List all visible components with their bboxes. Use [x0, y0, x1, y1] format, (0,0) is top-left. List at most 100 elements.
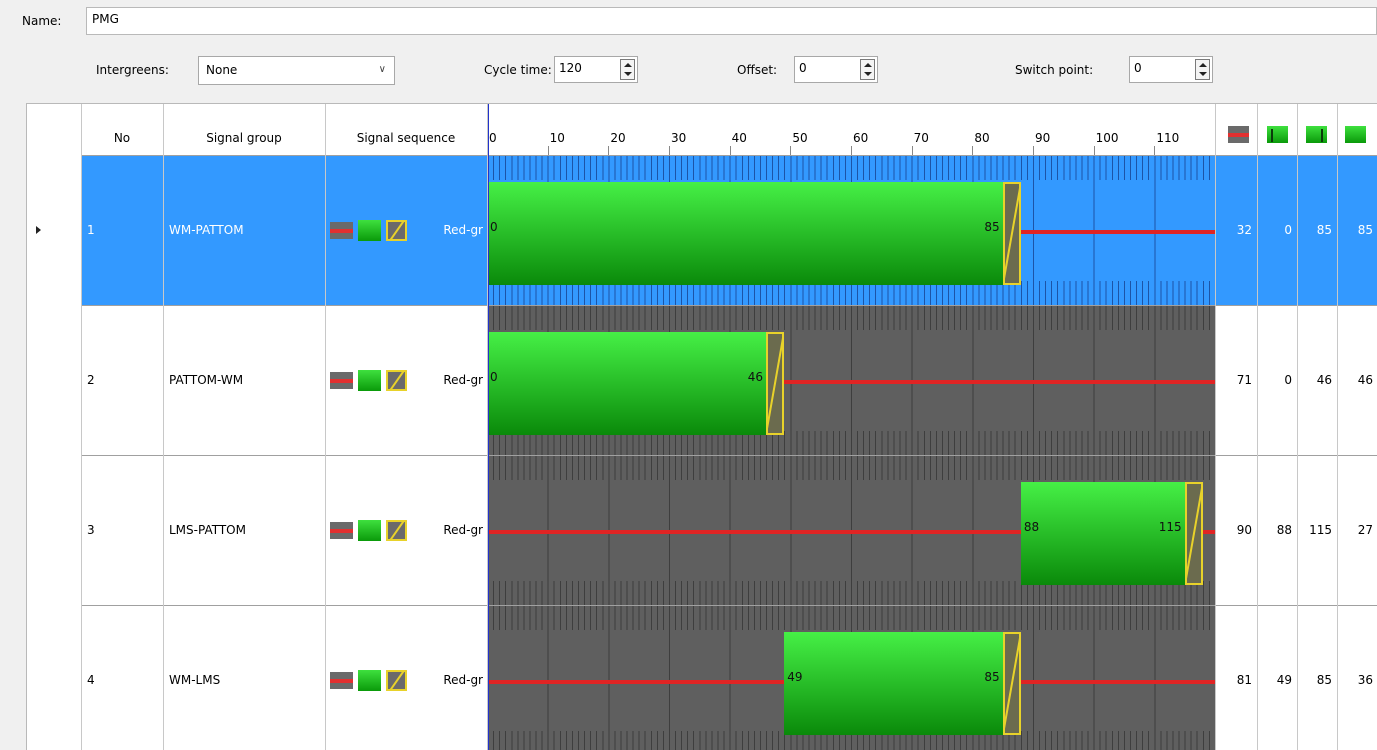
- amber-phase[interactable]: [1002, 182, 1021, 285]
- red-phase: [784, 380, 1215, 384]
- red-phase: [487, 530, 1021, 534]
- timeline-row[interactable]: 49 85: [487, 606, 1215, 750]
- cell-red-duration[interactable]: 71: [1215, 305, 1257, 455]
- timeline-tick: [1093, 146, 1095, 155]
- cell-red-duration[interactable]: 32: [1215, 155, 1257, 305]
- timeline-tick: [790, 146, 792, 155]
- timeline-row[interactable]: 0 85: [487, 156, 1215, 305]
- row-selector[interactable]: [27, 605, 81, 750]
- cell-green-end[interactable]: 46: [1297, 305, 1337, 455]
- cell-red-duration[interactable]: 90: [1215, 455, 1257, 605]
- timeline-tick-label: 70: [913, 131, 929, 145]
- cell-green-start[interactable]: 88: [1257, 455, 1297, 605]
- timeline-tick: [1154, 146, 1156, 155]
- spin-arrows-icon[interactable]: [620, 59, 635, 80]
- red-signal-icon: [330, 221, 353, 239]
- cell-no[interactable]: 3: [83, 455, 163, 605]
- cell-signal-group[interactable]: WM-PATTOM: [169, 155, 325, 305]
- timeline-tick-label: 80: [974, 131, 990, 145]
- row-header-corner: [27, 104, 81, 154]
- cell-no[interactable]: 4: [83, 605, 163, 750]
- cell-signal-group[interactable]: LMS-PATTOM: [169, 455, 325, 605]
- intergreens-select[interactable]: None ∨: [198, 56, 395, 85]
- name-input[interactable]: PMG: [86, 7, 1377, 35]
- green-phase[interactable]: 49 85: [784, 632, 1003, 735]
- column-divider: [1297, 104, 1298, 750]
- cell-green-end[interactable]: 85: [1297, 605, 1337, 750]
- col-header-signal-group[interactable]: Signal group: [163, 104, 325, 154]
- timeline-tick-label: 110: [1156, 131, 1180, 145]
- column-divider: [1337, 104, 1338, 750]
- amber-phase[interactable]: [766, 332, 785, 435]
- timeline-tick: [1033, 146, 1034, 155]
- green-phase[interactable]: 88 115: [1020, 482, 1185, 585]
- col-header-no[interactable]: No: [81, 104, 163, 154]
- offset-spinner[interactable]: 0: [794, 56, 878, 83]
- cell-signal-sequence[interactable]: Red-gr: [325, 305, 487, 455]
- timeline-row[interactable]: 0 46: [487, 306, 1215, 455]
- column-divider: [81, 104, 82, 750]
- column-divider: [325, 104, 326, 750]
- spin-arrows-icon[interactable]: [860, 59, 875, 80]
- green-start-label: 0: [490, 370, 498, 384]
- timeline-tick: [851, 146, 852, 155]
- red-phase: [1202, 530, 1215, 534]
- red-phase: [487, 680, 785, 684]
- green-end-label: 85: [984, 670, 1000, 684]
- timeline-tick: [669, 146, 670, 155]
- green-phase[interactable]: 0 85: [487, 182, 1003, 285]
- cell-signal-sequence[interactable]: Red-gr: [325, 605, 487, 750]
- cell-green-duration[interactable]: 46: [1337, 305, 1377, 455]
- cell-signal-group[interactable]: PATTOM-WM: [169, 305, 325, 455]
- cell-green-duration[interactable]: 27: [1337, 455, 1377, 605]
- cycle-time-label: Cycle time:: [484, 63, 552, 77]
- cell-green-start[interactable]: 0: [1257, 305, 1297, 455]
- green-end-label: 115: [1158, 520, 1182, 534]
- green-signal-icon: [358, 519, 381, 541]
- row-selector[interactable]: [27, 305, 81, 455]
- table-row[interactable]: 1 WM-PATTOM Red-gr 0 85 32 0 85 85: [27, 155, 1377, 305]
- table-row[interactable]: 3 LMS-PATTOM Red-gr 88 115 90 88 115 27: [27, 455, 1377, 605]
- cell-no[interactable]: 2: [83, 305, 163, 455]
- column-divider: [163, 104, 164, 750]
- cell-signal-sequence[interactable]: Red-gr: [325, 155, 487, 305]
- amber-signal-icon: [386, 669, 407, 691]
- timeline-tick-label: 60: [853, 131, 869, 145]
- green-start-icon: [1267, 126, 1288, 143]
- cell-red-duration[interactable]: 81: [1215, 605, 1257, 750]
- timeline-tick: [972, 146, 974, 155]
- col-header-signal-sequence[interactable]: Signal sequence: [325, 104, 487, 154]
- cell-green-duration[interactable]: 85: [1337, 155, 1377, 305]
- amber-signal-icon: [386, 369, 407, 391]
- offset-value: 0: [799, 61, 807, 75]
- cycle-time-spinner[interactable]: 120: [554, 56, 638, 83]
- spin-arrows-icon[interactable]: [1195, 59, 1210, 80]
- cell-green-start[interactable]: 49: [1257, 605, 1297, 750]
- switch-point-spinner[interactable]: 0: [1129, 56, 1213, 83]
- timeline-row[interactable]: 88 115: [487, 456, 1215, 605]
- cell-no[interactable]: 1: [83, 155, 163, 305]
- green-start-label: 0: [490, 220, 498, 234]
- offset-label: Offset:: [737, 63, 778, 77]
- cell-green-end[interactable]: 85: [1297, 155, 1337, 305]
- cell-green-duration[interactable]: 36: [1337, 605, 1377, 750]
- table-row[interactable]: 4 WM-LMS Red-gr 49 85 81 49 85 36: [27, 605, 1377, 750]
- cell-signal-sequence[interactable]: Red-gr: [325, 455, 487, 605]
- green-phase[interactable]: 0 46: [487, 332, 767, 435]
- cell-green-start[interactable]: 0: [1257, 155, 1297, 305]
- amber-phase[interactable]: [1002, 632, 1021, 735]
- intergreens-label: Intergreens:: [96, 63, 169, 77]
- cell-green-end[interactable]: 115: [1297, 455, 1337, 605]
- sequence-name: Red-gr: [443, 523, 483, 537]
- table-row[interactable]: 2 PATTOM-WM Red-gr 0 46 71 0 46 46: [27, 305, 1377, 455]
- timeline-tick-label: 50: [792, 131, 808, 145]
- row-selector[interactable]: [27, 155, 81, 305]
- row-selector[interactable]: [27, 455, 81, 605]
- cell-signal-group[interactable]: WM-LMS: [169, 605, 325, 750]
- signal-groups-grid: No Signal group Signal sequence 0 10 20 30 4…: [26, 103, 1377, 750]
- timeline-tick: [911, 146, 913, 155]
- amber-phase[interactable]: [1184, 482, 1203, 585]
- green-start-label: 49: [787, 670, 803, 684]
- timeline-tick: [729, 146, 731, 155]
- timeline-tick-label: 40: [731, 131, 747, 145]
